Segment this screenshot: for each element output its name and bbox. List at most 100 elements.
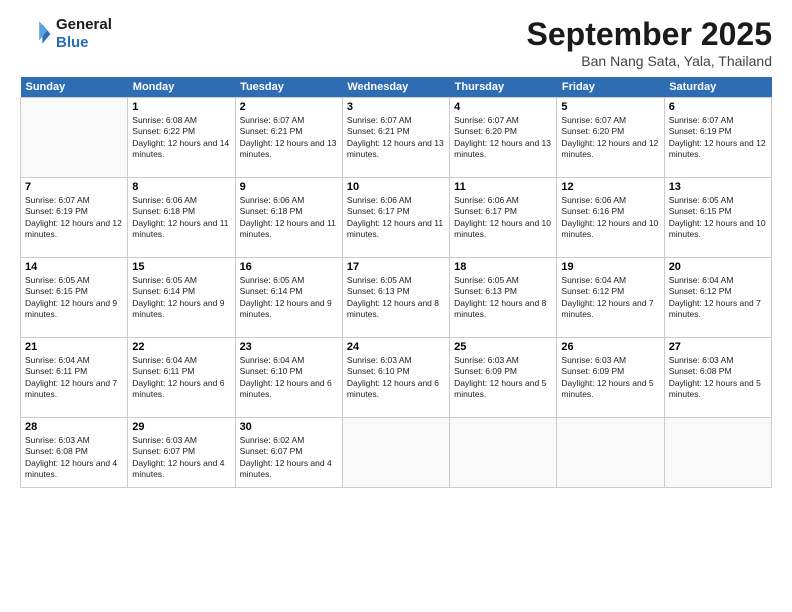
day-number: 9 <box>240 181 338 193</box>
day-number: 19 <box>561 261 659 273</box>
day-info: Sunrise: 6:06 AMSunset: 6:17 PMDaylight:… <box>347 195 445 241</box>
day-cell: 22 Sunrise: 6:04 AMSunset: 6:11 PMDaylig… <box>128 338 235 418</box>
week-row-1: 1 Sunrise: 6:08 AMSunset: 6:22 PMDayligh… <box>21 98 772 178</box>
day-number: 26 <box>561 341 659 353</box>
day-info: Sunrise: 6:07 AMSunset: 6:19 PMDaylight:… <box>669 115 767 161</box>
day-number: 22 <box>132 341 230 353</box>
day-cell: 8 Sunrise: 6:06 AMSunset: 6:18 PMDayligh… <box>128 178 235 258</box>
day-cell <box>664 418 771 488</box>
week-row-2: 7 Sunrise: 6:07 AMSunset: 6:19 PMDayligh… <box>21 178 772 258</box>
header-thursday: Thursday <box>450 77 557 98</box>
day-cell: 14 Sunrise: 6:05 AMSunset: 6:15 PMDaylig… <box>21 258 128 338</box>
day-cell: 6 Sunrise: 6:07 AMSunset: 6:19 PMDayligh… <box>664 98 771 178</box>
day-cell: 20 Sunrise: 6:04 AMSunset: 6:12 PMDaylig… <box>664 258 771 338</box>
day-info: Sunrise: 6:08 AMSunset: 6:22 PMDaylight:… <box>132 115 230 161</box>
day-info: Sunrise: 6:06 AMSunset: 6:18 PMDaylight:… <box>240 195 338 241</box>
header-friday: Friday <box>557 77 664 98</box>
day-cell: 28 Sunrise: 6:03 AMSunset: 6:08 PMDaylig… <box>21 418 128 488</box>
day-info: Sunrise: 6:07 AMSunset: 6:19 PMDaylight:… <box>25 195 123 241</box>
day-cell: 23 Sunrise: 6:04 AMSunset: 6:10 PMDaylig… <box>235 338 342 418</box>
day-number: 14 <box>25 261 123 273</box>
day-cell <box>557 418 664 488</box>
day-cell <box>21 98 128 178</box>
day-cell: 29 Sunrise: 6:03 AMSunset: 6:07 PMDaylig… <box>128 418 235 488</box>
day-cell: 11 Sunrise: 6:06 AMSunset: 6:17 PMDaylig… <box>450 178 557 258</box>
day-cell: 25 Sunrise: 6:03 AMSunset: 6:09 PMDaylig… <box>450 338 557 418</box>
day-info: Sunrise: 6:05 AMSunset: 6:13 PMDaylight:… <box>347 275 445 321</box>
day-number: 13 <box>669 181 767 193</box>
day-cell: 13 Sunrise: 6:05 AMSunset: 6:15 PMDaylig… <box>664 178 771 258</box>
day-number: 8 <box>132 181 230 193</box>
day-cell: 1 Sunrise: 6:08 AMSunset: 6:22 PMDayligh… <box>128 98 235 178</box>
day-info: Sunrise: 6:06 AMSunset: 6:18 PMDaylight:… <box>132 195 230 241</box>
day-cell: 19 Sunrise: 6:04 AMSunset: 6:12 PMDaylig… <box>557 258 664 338</box>
day-info: Sunrise: 6:02 AMSunset: 6:07 PMDaylight:… <box>240 435 338 481</box>
day-number: 12 <box>561 181 659 193</box>
day-cell: 4 Sunrise: 6:07 AMSunset: 6:20 PMDayligh… <box>450 98 557 178</box>
week-row-3: 14 Sunrise: 6:05 AMSunset: 6:15 PMDaylig… <box>21 258 772 338</box>
day-cell: 9 Sunrise: 6:06 AMSunset: 6:18 PMDayligh… <box>235 178 342 258</box>
day-cell: 12 Sunrise: 6:06 AMSunset: 6:16 PMDaylig… <box>557 178 664 258</box>
day-info: Sunrise: 6:06 AMSunset: 6:17 PMDaylight:… <box>454 195 552 241</box>
day-info: Sunrise: 6:07 AMSunset: 6:20 PMDaylight:… <box>454 115 552 161</box>
logo-text: General Blue <box>56 16 112 52</box>
month-title: September 2025 <box>527 16 772 53</box>
day-number: 20 <box>669 261 767 273</box>
day-info: Sunrise: 6:07 AMSunset: 6:21 PMDaylight:… <box>347 115 445 161</box>
day-info: Sunrise: 6:05 AMSunset: 6:15 PMDaylight:… <box>25 275 123 321</box>
day-cell: 21 Sunrise: 6:04 AMSunset: 6:11 PMDaylig… <box>21 338 128 418</box>
week-row-4: 21 Sunrise: 6:04 AMSunset: 6:11 PMDaylig… <box>21 338 772 418</box>
title-block: September 2025 Ban Nang Sata, Yala, Thai… <box>527 16 772 69</box>
day-info: Sunrise: 6:03 AMSunset: 6:10 PMDaylight:… <box>347 355 445 401</box>
day-number: 23 <box>240 341 338 353</box>
day-number: 25 <box>454 341 552 353</box>
week-row-5: 28 Sunrise: 6:03 AMSunset: 6:08 PMDaylig… <box>21 418 772 488</box>
day-number: 1 <box>132 101 230 113</box>
day-info: Sunrise: 6:03 AMSunset: 6:08 PMDaylight:… <box>669 355 767 401</box>
header-saturday: Saturday <box>664 77 771 98</box>
day-info: Sunrise: 6:03 AMSunset: 6:09 PMDaylight:… <box>561 355 659 401</box>
day-number: 7 <box>25 181 123 193</box>
day-number: 24 <box>347 341 445 353</box>
day-number: 10 <box>347 181 445 193</box>
header-wednesday: Wednesday <box>342 77 449 98</box>
calendar-table: Sunday Monday Tuesday Wednesday Thursday… <box>20 77 772 488</box>
day-number: 27 <box>669 341 767 353</box>
day-number: 16 <box>240 261 338 273</box>
day-number: 3 <box>347 101 445 113</box>
day-cell: 17 Sunrise: 6:05 AMSunset: 6:13 PMDaylig… <box>342 258 449 338</box>
day-number: 30 <box>240 421 338 433</box>
day-number: 28 <box>25 421 123 433</box>
header-row: Sunday Monday Tuesday Wednesday Thursday… <box>21 77 772 98</box>
day-info: Sunrise: 6:07 AMSunset: 6:20 PMDaylight:… <box>561 115 659 161</box>
day-info: Sunrise: 6:04 AMSunset: 6:11 PMDaylight:… <box>25 355 123 401</box>
day-info: Sunrise: 6:04 AMSunset: 6:12 PMDaylight:… <box>561 275 659 321</box>
day-number: 29 <box>132 421 230 433</box>
day-cell: 5 Sunrise: 6:07 AMSunset: 6:20 PMDayligh… <box>557 98 664 178</box>
day-cell: 16 Sunrise: 6:05 AMSunset: 6:14 PMDaylig… <box>235 258 342 338</box>
day-cell: 27 Sunrise: 6:03 AMSunset: 6:08 PMDaylig… <box>664 338 771 418</box>
day-number: 15 <box>132 261 230 273</box>
day-cell: 18 Sunrise: 6:05 AMSunset: 6:13 PMDaylig… <box>450 258 557 338</box>
day-number: 6 <box>669 101 767 113</box>
day-number: 21 <box>25 341 123 353</box>
day-info: Sunrise: 6:05 AMSunset: 6:14 PMDaylight:… <box>240 275 338 321</box>
day-cell: 2 Sunrise: 6:07 AMSunset: 6:21 PMDayligh… <box>235 98 342 178</box>
day-cell: 7 Sunrise: 6:07 AMSunset: 6:19 PMDayligh… <box>21 178 128 258</box>
day-info: Sunrise: 6:04 AMSunset: 6:12 PMDaylight:… <box>669 275 767 321</box>
day-info: Sunrise: 6:04 AMSunset: 6:11 PMDaylight:… <box>132 355 230 401</box>
day-info: Sunrise: 6:06 AMSunset: 6:16 PMDaylight:… <box>561 195 659 241</box>
day-number: 2 <box>240 101 338 113</box>
location: Ban Nang Sata, Yala, Thailand <box>527 53 772 69</box>
day-info: Sunrise: 6:07 AMSunset: 6:21 PMDaylight:… <box>240 115 338 161</box>
day-cell: 24 Sunrise: 6:03 AMSunset: 6:10 PMDaylig… <box>342 338 449 418</box>
day-info: Sunrise: 6:03 AMSunset: 6:07 PMDaylight:… <box>132 435 230 481</box>
logo: General Blue <box>20 16 112 52</box>
day-number: 4 <box>454 101 552 113</box>
day-info: Sunrise: 6:05 AMSunset: 6:13 PMDaylight:… <box>454 275 552 321</box>
day-number: 11 <box>454 181 552 193</box>
day-cell <box>450 418 557 488</box>
day-info: Sunrise: 6:05 AMSunset: 6:14 PMDaylight:… <box>132 275 230 321</box>
header-sunday: Sunday <box>21 77 128 98</box>
page: General Blue September 2025 Ban Nang Sat… <box>0 0 792 612</box>
